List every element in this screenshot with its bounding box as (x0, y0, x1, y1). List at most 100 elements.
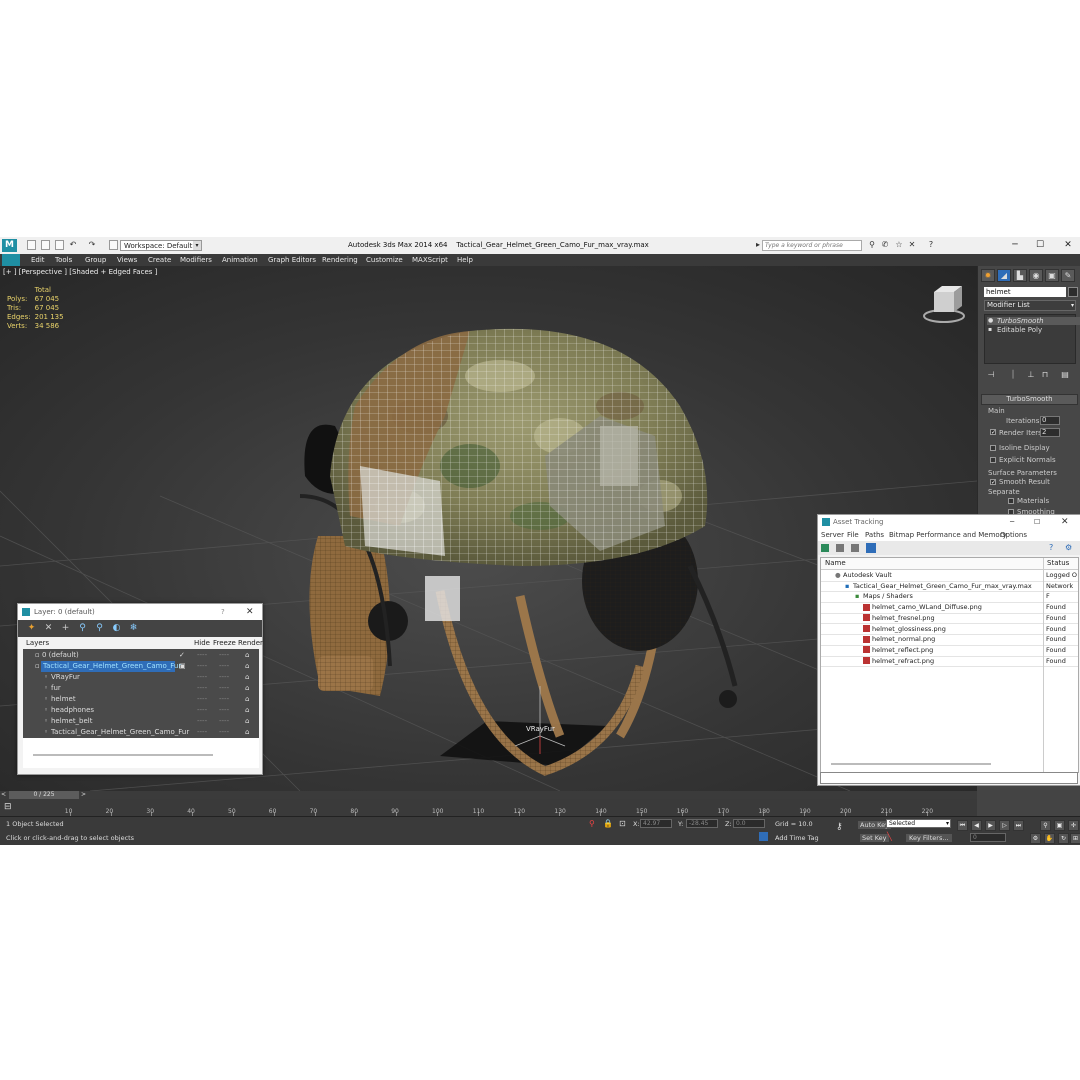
goto-start-icon[interactable]: ⏮ (957, 820, 968, 831)
zoom-extents-icon[interactable]: ▣ (1054, 820, 1065, 831)
render-teapot-icon[interactable]: ⌂ (245, 650, 249, 661)
x-coord-field[interactable]: 42.97 (640, 819, 672, 828)
asset-menu-file[interactable]: File (847, 529, 859, 541)
layer-freeze-toggle[interactable]: ---- (219, 661, 229, 672)
layer-row[interactable]: ◦ Tactical_Gear_Helmet_Green_Camo_Fur ---… (23, 727, 259, 738)
col-status[interactable]: Status (1043, 558, 1069, 569)
binoculars-icon[interactable]: ⚲ (868, 241, 876, 249)
configure-sets-icon[interactable]: ▤ (1060, 370, 1070, 380)
help-icon[interactable]: ? (927, 241, 935, 249)
time-slider-thumb[interactable]: 0 / 225 (9, 791, 79, 799)
motion-tab-icon[interactable]: ◉ (1029, 269, 1043, 282)
y-coord-field[interactable]: -28.45 (686, 819, 718, 828)
horizontal-scrollbar[interactable] (831, 763, 991, 765)
layer-hide-toggle[interactable]: ---- (197, 672, 207, 683)
explicit-normals-checkbox[interactable] (990, 457, 996, 463)
play-icon[interactable]: ▶ (985, 820, 996, 831)
menu-rendering[interactable]: Rendering (322, 255, 358, 265)
select-objects-icon[interactable]: ⚲ (77, 623, 88, 634)
prev-frame-icon[interactable]: < (1, 791, 6, 798)
absolute-mode-icon[interactable]: ⊡ (619, 819, 626, 828)
render-teapot-icon[interactable]: ⌂ (245, 683, 249, 694)
render-teapot-icon[interactable]: ⌂ (245, 694, 249, 705)
menu-graph-editors[interactable]: Graph Editors (268, 255, 316, 265)
app-menu-icon[interactable] (2, 254, 20, 266)
close-icon[interactable]: ✕ (1058, 239, 1078, 251)
menu-customize[interactable]: Customize (366, 255, 403, 265)
asset-menu-bitmap[interactable]: Bitmap Performance and Memory (889, 529, 1007, 541)
layer-freeze-toggle[interactable]: ---- (219, 683, 229, 694)
active-layer-check-icon[interactable]: ✓ (179, 650, 185, 661)
set-key-button[interactable]: Set Key (860, 834, 889, 842)
list-view-icon[interactable] (851, 544, 859, 552)
layer-row[interactable]: ◦ helmet ---- ---- ⌂ (23, 694, 259, 705)
minimize-icon[interactable]: ─ (1005, 239, 1025, 251)
col-layers[interactable]: Layers (26, 638, 49, 649)
menu-create[interactable]: Create (148, 255, 171, 265)
layer-row[interactable]: ▫ 0 (default) ✓ ---- ---- ⌂ (23, 650, 259, 661)
menu-edit[interactable]: Edit (31, 255, 45, 265)
selection-lock-icon[interactable]: 🔒 (603, 819, 613, 828)
menu-views[interactable]: Views (117, 255, 137, 265)
time-slider[interactable]: < 0 / 225 > (0, 791, 977, 799)
goto-end-icon[interactable]: ⏭ (1013, 820, 1024, 831)
key-filters-button[interactable]: Key Filters... (906, 834, 952, 842)
create-tab-icon[interactable]: ✹ (981, 269, 995, 282)
z-coord-field[interactable]: 0.0 (733, 819, 765, 828)
asset-menu-paths[interactable]: Paths (865, 529, 884, 541)
layer-freeze-toggle[interactable]: ---- (219, 650, 229, 661)
orbit-icon[interactable]: ↻ (1058, 833, 1069, 844)
search-input[interactable]: Type a keyword or phrase (762, 240, 862, 251)
col-render[interactable]: Render (238, 638, 263, 649)
bulb-icon[interactable]: ● (988, 317, 993, 325)
object-color-swatch[interactable] (1068, 287, 1078, 297)
layer-freeze-toggle[interactable]: ---- (219, 727, 229, 738)
make-unique-icon[interactable]: ⊥ (1026, 370, 1036, 380)
field-of-view-icon[interactable]: ✢ (1068, 820, 1079, 831)
layer-freeze-toggle[interactable]: ---- (219, 672, 229, 683)
close-icon[interactable]: ✕ (1061, 515, 1069, 529)
refresh-icon[interactable] (821, 544, 829, 552)
render-iters-spinner[interactable]: 2 (1040, 428, 1060, 437)
layer-hide-toggle[interactable]: ---- (197, 650, 207, 661)
layer-hide-toggle[interactable]: ---- (197, 661, 207, 672)
layer-hide-toggle[interactable]: ---- (197, 694, 207, 705)
asset-path-field[interactable] (820, 772, 1078, 784)
expand-icon[interactable]: ▪ (988, 326, 992, 334)
layer-row[interactable]: ◦ helmet_belt ---- ---- ⌂ (23, 716, 259, 727)
viewport-label[interactable]: [+ ] [Perspective ] [Shaded + Edged Face… (3, 268, 157, 276)
time-tag-icon[interactable] (759, 832, 768, 841)
turbosmooth-rollout-header[interactable]: TurboSmooth (981, 394, 1078, 405)
materials-checkbox[interactable] (1008, 498, 1014, 504)
hide-all-icon[interactable]: ◐ (111, 623, 122, 634)
undo-icon[interactable]: ↶ (69, 241, 77, 249)
app-logo-icon[interactable]: M (2, 239, 17, 252)
layer-hide-toggle[interactable]: ---- (197, 716, 207, 727)
layer-row[interactable]: ▫ Tactical_Gear_Helmet_Green_Camo_Fur ▣ -… (23, 661, 259, 672)
communication-center-icon[interactable]: ✆ (881, 241, 889, 249)
menu-group[interactable]: Group (85, 255, 106, 265)
render-teapot-icon[interactable]: ⌂ (245, 705, 249, 716)
help-icon[interactable]: ? (1049, 543, 1053, 552)
layer-hide-toggle[interactable]: ---- (197, 683, 207, 694)
current-frame-field[interactable]: 0 (970, 833, 1006, 842)
smooth-result-checkbox[interactable]: ✓ (990, 479, 996, 486)
layer-row[interactable]: ◦ headphones ---- ---- ⌂ (23, 705, 259, 716)
utilities-tab-icon[interactable]: ✎ (1061, 269, 1075, 282)
col-freeze[interactable]: Freeze (213, 638, 236, 649)
add-to-layer-icon[interactable]: + (60, 623, 71, 634)
save-file-icon[interactable] (55, 240, 64, 250)
open-file-icon[interactable] (41, 240, 50, 250)
next-frame-icon[interactable]: > (81, 791, 86, 798)
render-teapot-icon[interactable]: ⌂ (245, 672, 249, 683)
menu-maxscript[interactable]: MAXScript (412, 255, 448, 265)
horizontal-scrollbar[interactable] (33, 754, 213, 756)
modify-tab-icon[interactable]: ◢ (997, 269, 1011, 282)
show-end-result-icon[interactable]: ⏐ (1008, 370, 1018, 380)
render-teapot-icon[interactable]: ⌂ (245, 727, 249, 738)
layer-row[interactable]: ◦ VRayFur ---- ---- ⌂ (23, 672, 259, 683)
layer-state-icon[interactable]: ▣ (179, 661, 186, 672)
key-set-dropdown[interactable]: Selected ▾ (886, 819, 951, 828)
object-name-field[interactable]: helmet (984, 287, 1066, 297)
isoline-checkbox[interactable] (990, 445, 996, 451)
